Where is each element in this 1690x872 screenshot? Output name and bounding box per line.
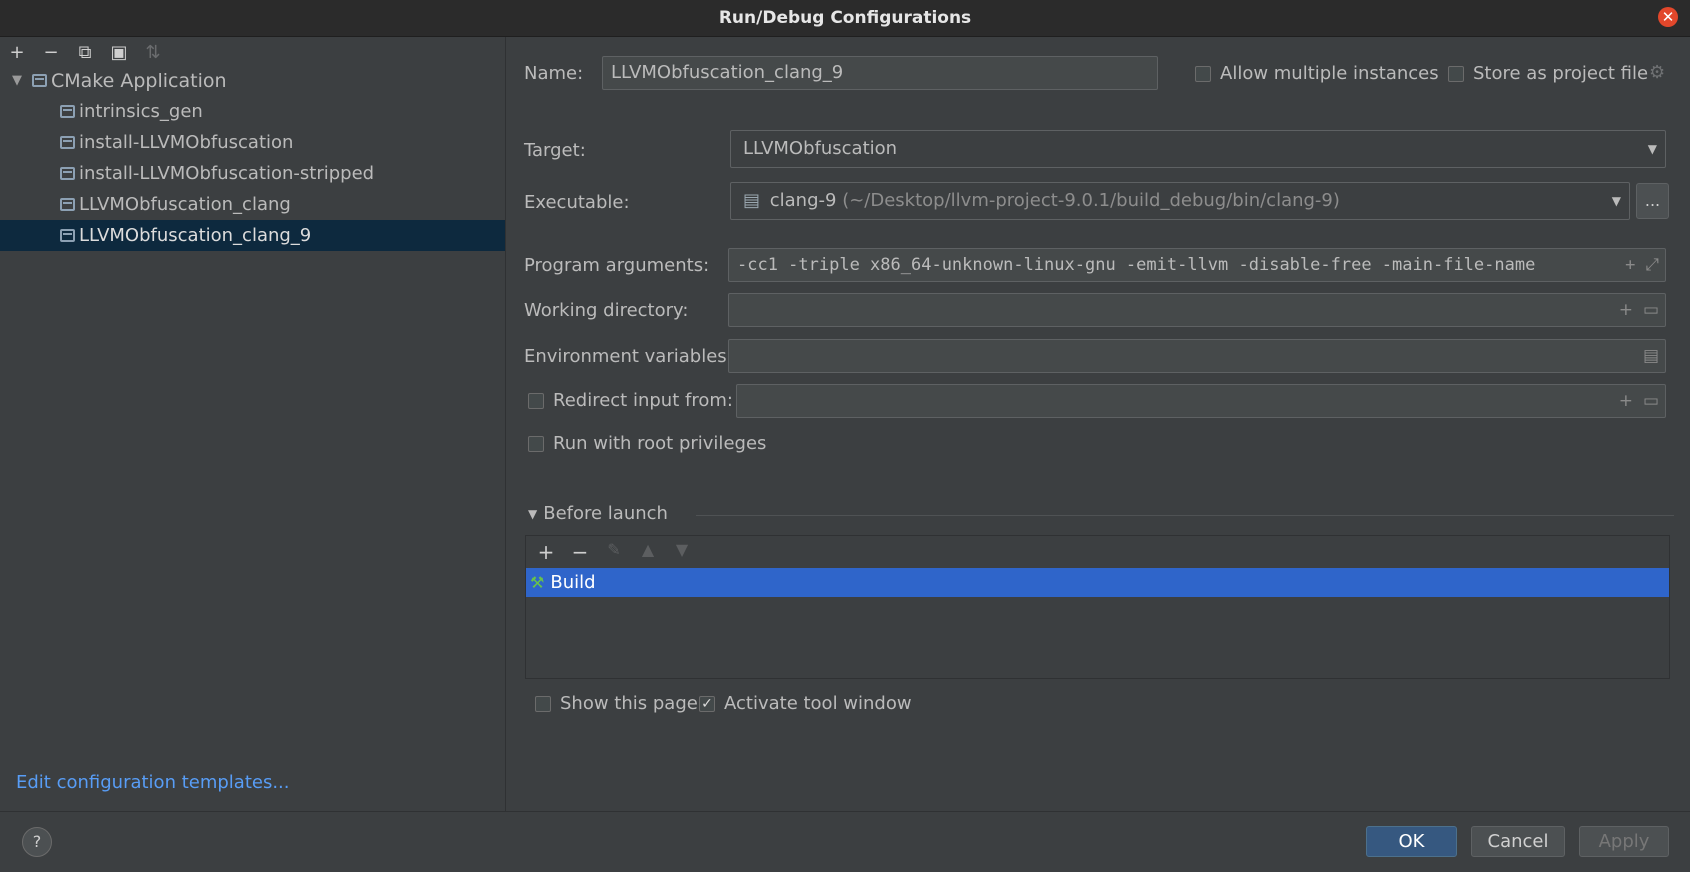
before-launch-toolbar: + − ✎ ▲ ▼ bbox=[532, 540, 696, 568]
allow-multiple-label: Allow multiple instances bbox=[1220, 63, 1439, 84]
name-input[interactable]: LLVMObfuscation_clang_9 bbox=[602, 56, 1158, 90]
allow-multiple-checkbox[interactable] bbox=[1195, 66, 1211, 82]
config-icon bbox=[60, 136, 75, 149]
before-launch-list: + − ✎ ▲ ▼ ⚒ Build bbox=[525, 535, 1670, 679]
store-project-checkbox[interactable] bbox=[1448, 66, 1464, 82]
insert-macro-icon[interactable]: + bbox=[1619, 294, 1633, 326]
add-configuration-button[interactable]: + bbox=[0, 41, 34, 63]
add-task-button[interactable]: + bbox=[532, 540, 560, 568]
field-actions: ▤ bbox=[1643, 340, 1659, 372]
title-bar: Run/Debug Configurations ✕ bbox=[0, 0, 1690, 37]
chevron-down-icon: ▼ bbox=[1611, 194, 1621, 208]
show-page-label: Show this page bbox=[560, 693, 698, 714]
edit-list-icon[interactable]: ▤ bbox=[1643, 340, 1659, 372]
folder-icon[interactable]: ▭ bbox=[1643, 385, 1659, 417]
config-icon bbox=[60, 167, 75, 180]
chevron-down-icon: ▼ bbox=[528, 506, 538, 521]
program-arguments-value: -cc1 -triple x86_64-unknown-linux-gnu -e… bbox=[737, 255, 1536, 275]
chevron-down-icon[interactable]: ▼ bbox=[12, 73, 26, 88]
tree-item-llvmobfuscation-clang-9[interactable]: LLVMObfuscation_clang_9 bbox=[0, 220, 505, 251]
root-privileges-label: Run with root privileges bbox=[553, 433, 767, 454]
configuration-form: Name: LLVMObfuscation_clang_9 Allow mult… bbox=[506, 37, 1690, 811]
tree-item-label: LLVMObfuscation_clang bbox=[79, 194, 291, 215]
chevron-down-icon: ▼ bbox=[1647, 142, 1657, 156]
close-icon[interactable]: ✕ bbox=[1658, 7, 1678, 27]
config-icon bbox=[60, 229, 75, 242]
cmake-config-icon bbox=[32, 74, 47, 87]
program-arguments-input[interactable]: -cc1 -triple x86_64-unknown-linux-gnu -e… bbox=[728, 248, 1666, 282]
insert-macro-icon[interactable]: + bbox=[1625, 249, 1635, 281]
remove-configuration-button[interactable]: − bbox=[34, 41, 68, 63]
tree-group-cmake-application[interactable]: ▼ CMake Application bbox=[0, 65, 505, 96]
field-actions: + ▭ bbox=[1619, 385, 1659, 417]
tree-item-install-llvmobfuscation-stripped[interactable]: install-LLVMObfuscation-stripped bbox=[0, 158, 505, 189]
tree-item-label: LLVMObfuscation_clang_9 bbox=[79, 225, 312, 246]
tree-item-intrinsics-gen[interactable]: intrinsics_gen bbox=[0, 96, 505, 127]
folder-icon[interactable]: ▭ bbox=[1643, 294, 1659, 326]
environment-variables-label: Environment variables: bbox=[524, 346, 733, 367]
configurations-toolbar: + − ⧉ ▣ ⇅ bbox=[0, 41, 170, 63]
store-project-label: Store as project file bbox=[1473, 63, 1649, 84]
field-actions: + ⤢ bbox=[1625, 249, 1659, 281]
environment-variables-input[interactable]: ▤ bbox=[728, 339, 1666, 373]
dialog-buttons-bar: ? OK Cancel Apply bbox=[0, 811, 1690, 872]
hammer-icon: ⚒ bbox=[530, 573, 545, 592]
show-page-checkbox[interactable] bbox=[535, 696, 551, 712]
insert-macro-icon[interactable]: + bbox=[1619, 385, 1633, 417]
before-launch-task[interactable]: ⚒ Build bbox=[526, 568, 1669, 597]
tree-item-label: intrinsics_gen bbox=[79, 101, 203, 122]
apply-button[interactable]: Apply bbox=[1579, 826, 1669, 857]
tree-item-install-llvmobfuscation[interactable]: install-LLVMObfuscation bbox=[0, 127, 505, 158]
executable-name: clang-9 bbox=[769, 190, 837, 211]
executable-label: Executable: bbox=[524, 192, 630, 213]
activate-tool-window-label: Activate tool window bbox=[724, 693, 912, 714]
configurations-pane: + − ⧉ ▣ ⇅ ▼ CMake Application intrinsics… bbox=[0, 37, 506, 811]
target-value: LLVMObfuscation bbox=[743, 138, 898, 159]
edit-configuration-templates-link[interactable]: Edit configuration templates... bbox=[16, 772, 290, 793]
file-icon: ▤ bbox=[743, 190, 761, 211]
cancel-button[interactable]: Cancel bbox=[1471, 826, 1565, 857]
tree-item-label: install-LLVMObfuscation-stripped bbox=[79, 163, 375, 184]
working-directory-input[interactable]: + ▭ bbox=[728, 293, 1666, 327]
field-actions: + ▭ bbox=[1619, 294, 1659, 326]
program-arguments-label: Program arguments: bbox=[524, 255, 710, 276]
edit-task-button[interactable]: ✎ bbox=[600, 540, 628, 568]
before-launch-header[interactable]: ▼ Before launch bbox=[528, 503, 668, 524]
config-icon bbox=[60, 105, 75, 118]
before-launch-task-label: Build bbox=[550, 572, 596, 593]
gear-icon[interactable]: ⚙ bbox=[1649, 62, 1665, 83]
tree-item-label: install-LLVMObfuscation bbox=[79, 132, 294, 153]
copy-configuration-button[interactable]: ⧉ bbox=[68, 41, 102, 63]
config-icon bbox=[60, 198, 75, 211]
move-up-button[interactable]: ▲ bbox=[634, 540, 662, 568]
remove-task-button[interactable]: − bbox=[566, 540, 594, 568]
sort-configurations-button[interactable]: ⇅ bbox=[136, 41, 170, 63]
root-privileges-checkbox[interactable] bbox=[528, 436, 544, 452]
ok-button[interactable]: OK bbox=[1366, 826, 1457, 857]
divider bbox=[696, 515, 1674, 516]
configurations-tree: ▼ CMake Application intrinsics_gen insta… bbox=[0, 65, 505, 251]
target-label: Target: bbox=[524, 140, 586, 161]
redirect-input-field[interactable]: + ▭ bbox=[736, 384, 1666, 418]
new-folder-button[interactable]: ▣ bbox=[102, 41, 136, 63]
move-down-button[interactable]: ▼ bbox=[668, 540, 696, 568]
activate-tool-window-checkbox[interactable]: ✓ bbox=[699, 696, 715, 712]
redirect-input-checkbox[interactable] bbox=[528, 393, 544, 409]
tree-item-llvmobfuscation-clang[interactable]: LLVMObfuscation_clang bbox=[0, 189, 505, 220]
expand-icon[interactable]: ⤢ bbox=[1645, 249, 1659, 281]
executable-path: (~/Desktop/llvm-project-9.0.1/build_debu… bbox=[842, 190, 1340, 211]
executable-select[interactable]: ▤ clang-9 (~/Desktop/llvm-project-9.0.1/… bbox=[730, 182, 1630, 220]
before-launch-title: Before launch bbox=[543, 503, 668, 524]
window-title: Run/Debug Configurations bbox=[718, 8, 972, 28]
help-button[interactable]: ? bbox=[22, 827, 52, 857]
working-directory-label: Working directory: bbox=[524, 300, 689, 321]
tree-group-label: CMake Application bbox=[51, 69, 227, 92]
executable-browse-button[interactable]: ... bbox=[1636, 183, 1669, 219]
redirect-input-label: Redirect input from: bbox=[553, 390, 733, 411]
target-select[interactable]: LLVMObfuscation ▼ bbox=[730, 130, 1666, 168]
name-label: Name: bbox=[524, 63, 584, 84]
